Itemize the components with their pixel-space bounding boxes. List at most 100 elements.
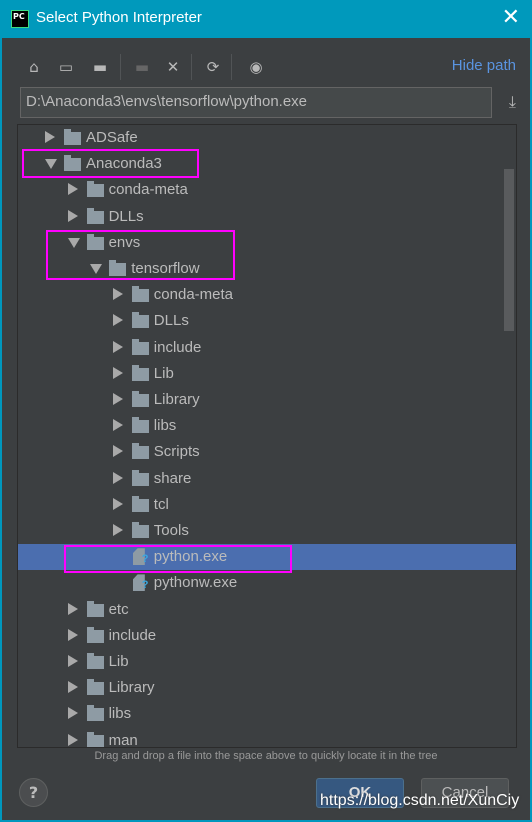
tree-item-label: pythonw.exe [153, 574, 238, 592]
tree-item-label: include [153, 338, 202, 356]
home-icon[interactable]: ⌂ [24, 56, 44, 78]
desktop-icon[interactable]: ▭ [56, 56, 76, 78]
folder-icon [131, 312, 149, 329]
tree-item-label: Lib [153, 364, 174, 382]
collapse-arrow-icon[interactable] [112, 445, 123, 458]
tree-item-label: man [108, 731, 138, 748]
expand-arrow-icon[interactable] [67, 237, 80, 248]
folder-icon [86, 207, 104, 224]
folder-icon [131, 391, 149, 407]
folder-icon [64, 155, 81, 172]
tree-item[interactable]: include [18, 623, 516, 649]
collapse-arrow-icon[interactable] [112, 340, 123, 353]
collapse-arrow-icon[interactable] [67, 602, 78, 615]
tree-item-label: DLLs [153, 312, 189, 330]
collapse-arrow-icon[interactable] [67, 707, 78, 720]
tree-item-label: include [108, 626, 157, 644]
folder-icon [86, 705, 104, 722]
tree-item-label: conda-meta [153, 286, 234, 304]
tree-item[interactable]: tensorflow [18, 256, 516, 282]
collapse-arrow-icon[interactable] [112, 497, 123, 510]
file-tree[interactable]: man libs Library Lib include etc? pythonw.exe?… [17, 124, 517, 748]
tree-item[interactable]: Library [18, 387, 516, 413]
tree-item[interactable]: etc [18, 597, 516, 623]
toolbar-divider [120, 54, 121, 80]
tree-item[interactable]: Lib [18, 649, 516, 675]
collapse-arrow-icon[interactable] [67, 628, 78, 641]
tree-item[interactable]: ? python.exe [18, 544, 516, 571]
tree-item[interactable]: conda-meta [18, 177, 516, 203]
tree-item-label: Library [108, 679, 155, 697]
new-folder-icon[interactable]: ▬ [132, 56, 152, 78]
tree-item[interactable]: DLLs [18, 204, 516, 230]
tree-item-label: libs [153, 417, 177, 435]
tree-item[interactable]: man [18, 728, 516, 748]
project-folder-icon[interactable]: ▬ [90, 56, 110, 78]
folder-icon [86, 731, 104, 747]
tree-item-label: libs [108, 705, 132, 723]
tree-item[interactable]: libs [18, 701, 516, 727]
folder-icon [131, 522, 149, 538]
folder-icon [86, 626, 104, 643]
path-input[interactable]: D:\Anaconda3\envs\tensorflow\python.exe [20, 87, 492, 118]
tree-item[interactable]: Scripts [18, 439, 516, 465]
folder-icon [64, 129, 81, 145]
folder-icon [131, 443, 149, 460]
unknown-file-icon: ? [141, 553, 149, 566]
collapse-arrow-icon[interactable] [67, 655, 78, 667]
tree-item[interactable]: libs [18, 413, 516, 439]
tree-item[interactable]: include [18, 335, 516, 361]
collapse-arrow-icon[interactable] [45, 131, 55, 143]
folder-icon [131, 417, 149, 434]
tree-item[interactable]: ADSafe [18, 125, 516, 151]
tree-item[interactable]: conda-meta [18, 282, 516, 308]
tree-item[interactable]: Lib [18, 361, 516, 387]
tree-item-label: conda-meta [108, 181, 188, 199]
collapse-arrow-icon[interactable] [67, 681, 78, 694]
collapse-arrow-icon[interactable] [112, 314, 123, 327]
toolbar-divider [231, 54, 232, 80]
tree-item[interactable]: DLLs [18, 308, 516, 334]
collapse-arrow-icon[interactable] [112, 524, 123, 536]
collapse-arrow-icon[interactable] [112, 471, 123, 484]
tree-item[interactable]: ? pythonw.exe [18, 570, 516, 596]
refresh-icon[interactable]: ⟳ [203, 56, 223, 78]
delete-icon[interactable]: ✕ [163, 56, 183, 78]
collapse-arrow-icon[interactable] [112, 419, 123, 432]
scrollbar[interactable] [504, 169, 514, 331]
dialog: ⌂ ▭ ▬ ▬ ✕ ⟳ ◉ Hide path D:\Anaconda3\env… [2, 38, 530, 820]
folder-icon [86, 181, 104, 198]
tree-item[interactable]: Library [18, 675, 516, 701]
collapse-arrow-icon[interactable] [112, 288, 123, 301]
tree-item-label: Anaconda3 [86, 155, 162, 173]
collapse-arrow-icon[interactable] [112, 366, 123, 379]
tree-item[interactable]: Anaconda3 [18, 151, 516, 177]
collapse-arrow-icon[interactable] [112, 393, 123, 405]
folder-icon [131, 338, 149, 355]
tree-item[interactable]: Tools [18, 518, 516, 544]
tree-item[interactable]: tcl [18, 492, 516, 518]
tree-item-label: Tools [153, 522, 189, 539]
expand-arrow-icon[interactable] [90, 264, 103, 274]
folder-icon [86, 679, 104, 696]
download-icon[interactable]: ⤓ [509, 92, 516, 112]
tree-item-label: Scripts [153, 443, 200, 461]
show-hidden-icon[interactable]: ◉ [246, 56, 266, 78]
collapse-arrow-icon[interactable] [67, 183, 78, 196]
close-icon[interactable]: ✕ [502, 5, 520, 30]
hide-path-link[interactable]: Hide path [452, 57, 516, 74]
tree-item[interactable]: share [18, 466, 516, 492]
tree-item-label: share [153, 469, 192, 487]
collapse-arrow-icon[interactable] [67, 733, 78, 746]
collapse-arrow-icon[interactable] [67, 209, 78, 222]
toolbar-divider [191, 54, 192, 80]
expand-arrow-icon[interactable] [45, 159, 57, 170]
folder-icon [109, 260, 127, 276]
help-button[interactable]: ? [19, 778, 48, 807]
tree-item-label: python.exe [153, 548, 228, 566]
hint-text: Drag and drop a file into the space abov… [94, 750, 438, 762]
tree-item-label: envs [108, 233, 141, 251]
tree-item[interactable]: envs [18, 230, 516, 256]
watermark: https://blog.csdn.net/XunCiy [320, 792, 520, 809]
tree-item-label: etc [108, 600, 129, 618]
